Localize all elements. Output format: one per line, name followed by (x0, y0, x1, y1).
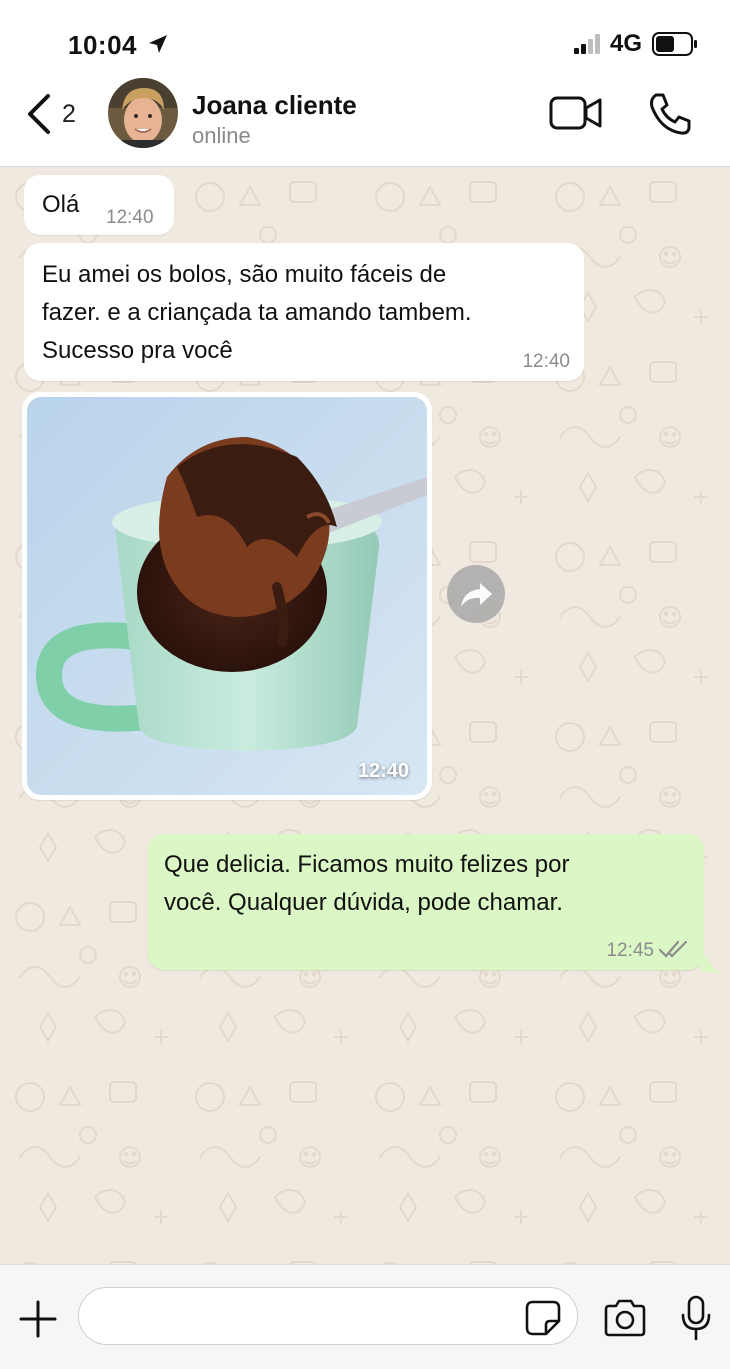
chat-header: 2 Joana cliente online (0, 72, 730, 167)
message-text: Eu amei os bolos, são muito fáceis de fa… (42, 261, 472, 364)
status-time: 10:04 (68, 30, 137, 60)
message-bubble-incoming[interactable]: Olá 12:40 (24, 175, 174, 235)
bubble-tail (700, 956, 720, 974)
battery-icon (652, 32, 697, 56)
forward-button[interactable] (447, 565, 505, 623)
video-camera-icon[interactable] (548, 92, 604, 134)
message-text: Olá (42, 191, 80, 218)
message-time: 12:45 (606, 940, 654, 961)
mug-cake-image (27, 397, 427, 795)
microphone-icon[interactable] (680, 1295, 712, 1341)
message-image[interactable]: 12:40 (27, 397, 427, 795)
sticker-icon[interactable] (524, 1299, 562, 1337)
location-arrow-icon (149, 35, 167, 53)
network-label: 4G (610, 30, 643, 57)
message-text: Que delicia. Ficamos muito felizes por v… (164, 851, 570, 916)
message-bubble-incoming[interactable]: Eu amei os bolos, são muito fáceis de fa… (24, 243, 584, 381)
message-time: 12:40 (106, 207, 154, 228)
signal-icon (574, 34, 600, 54)
avatar[interactable] (108, 78, 178, 148)
chat-area[interactable]: Olá 12:40 Eu amei os bolos, são muito fá… (0, 167, 730, 1264)
phone-icon[interactable] (646, 90, 694, 138)
message-time: 12:40 (357, 760, 409, 782)
message-input-bar (0, 1264, 730, 1369)
back-chevron-icon (28, 94, 50, 134)
message-input[interactable] (78, 1287, 578, 1345)
unread-count: 2 (62, 99, 76, 128)
plus-icon[interactable] (18, 1299, 58, 1339)
double-check-icon (658, 940, 688, 958)
forward-icon (461, 583, 492, 607)
camera-icon[interactable] (602, 1299, 648, 1337)
contact-status: online (192, 123, 251, 148)
message-time: 12:40 (522, 351, 570, 372)
contact-name[interactable]: Joana cliente (192, 90, 357, 121)
message-bubble-outgoing[interactable]: Que delicia. Ficamos muito felizes por v… (148, 834, 704, 970)
status-bar: 10:04 4G (0, 0, 730, 80)
image-message-bubble[interactable]: 12:40 (22, 392, 432, 800)
avatar-image (108, 78, 178, 148)
back-button[interactable]: 2 (24, 90, 94, 138)
